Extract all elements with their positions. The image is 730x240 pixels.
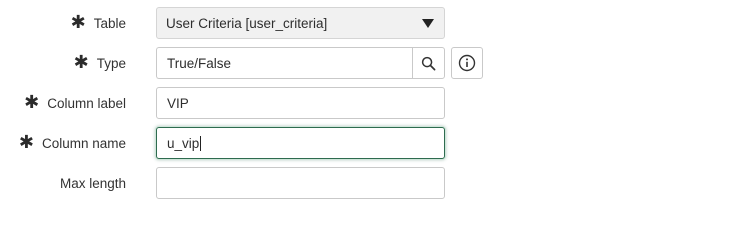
column-name-label: Column name (41, 135, 126, 151)
column-label-label-wrap: ✱ Column label (24, 87, 126, 119)
type-input[interactable] (156, 47, 413, 79)
required-asterisk-icon: ✱ (24, 92, 40, 113)
column-label-label: Column label (47, 95, 126, 111)
search-icon (421, 56, 436, 70)
type-row: ✱ Type (0, 47, 730, 79)
type-label: Type (96, 55, 126, 71)
table-label: Table (93, 15, 126, 31)
type-info-button[interactable] (451, 47, 483, 79)
max-length-row: Max length (0, 167, 730, 199)
type-lookup-button[interactable] (412, 47, 445, 79)
column-label-row: ✱ Column label (0, 87, 730, 119)
text-cursor (200, 135, 202, 151)
dictionary-entry-form: ✱ Table User Criteria [user_criteria] ✱ … (0, 0, 730, 204)
column-name-row: ✱ Column name u_vip (0, 127, 730, 159)
table-select-value: User Criteria [user_criteria] (166, 15, 328, 31)
type-label-wrap: ✱ Type (74, 47, 126, 79)
table-select[interactable]: User Criteria [user_criteria] (156, 7, 445, 39)
column-label-input[interactable] (156, 87, 445, 119)
info-icon (458, 54, 476, 72)
max-length-label-wrap: Max length (60, 167, 126, 199)
column-name-value: u_vip (167, 135, 200, 151)
max-length-input[interactable] (156, 167, 445, 199)
caret-down-icon (422, 18, 434, 28)
table-row: ✱ Table User Criteria [user_criteria] (0, 7, 730, 39)
required-asterisk-icon: ✱ (70, 12, 86, 33)
table-label-wrap: ✱ Table (71, 7, 126, 39)
required-asterisk-icon: ✱ (18, 132, 34, 153)
max-length-label: Max length (59, 175, 126, 191)
column-name-input[interactable]: u_vip (156, 127, 445, 159)
required-asterisk-icon: ✱ (73, 52, 89, 73)
column-name-label-wrap: ✱ Column name (19, 127, 126, 159)
